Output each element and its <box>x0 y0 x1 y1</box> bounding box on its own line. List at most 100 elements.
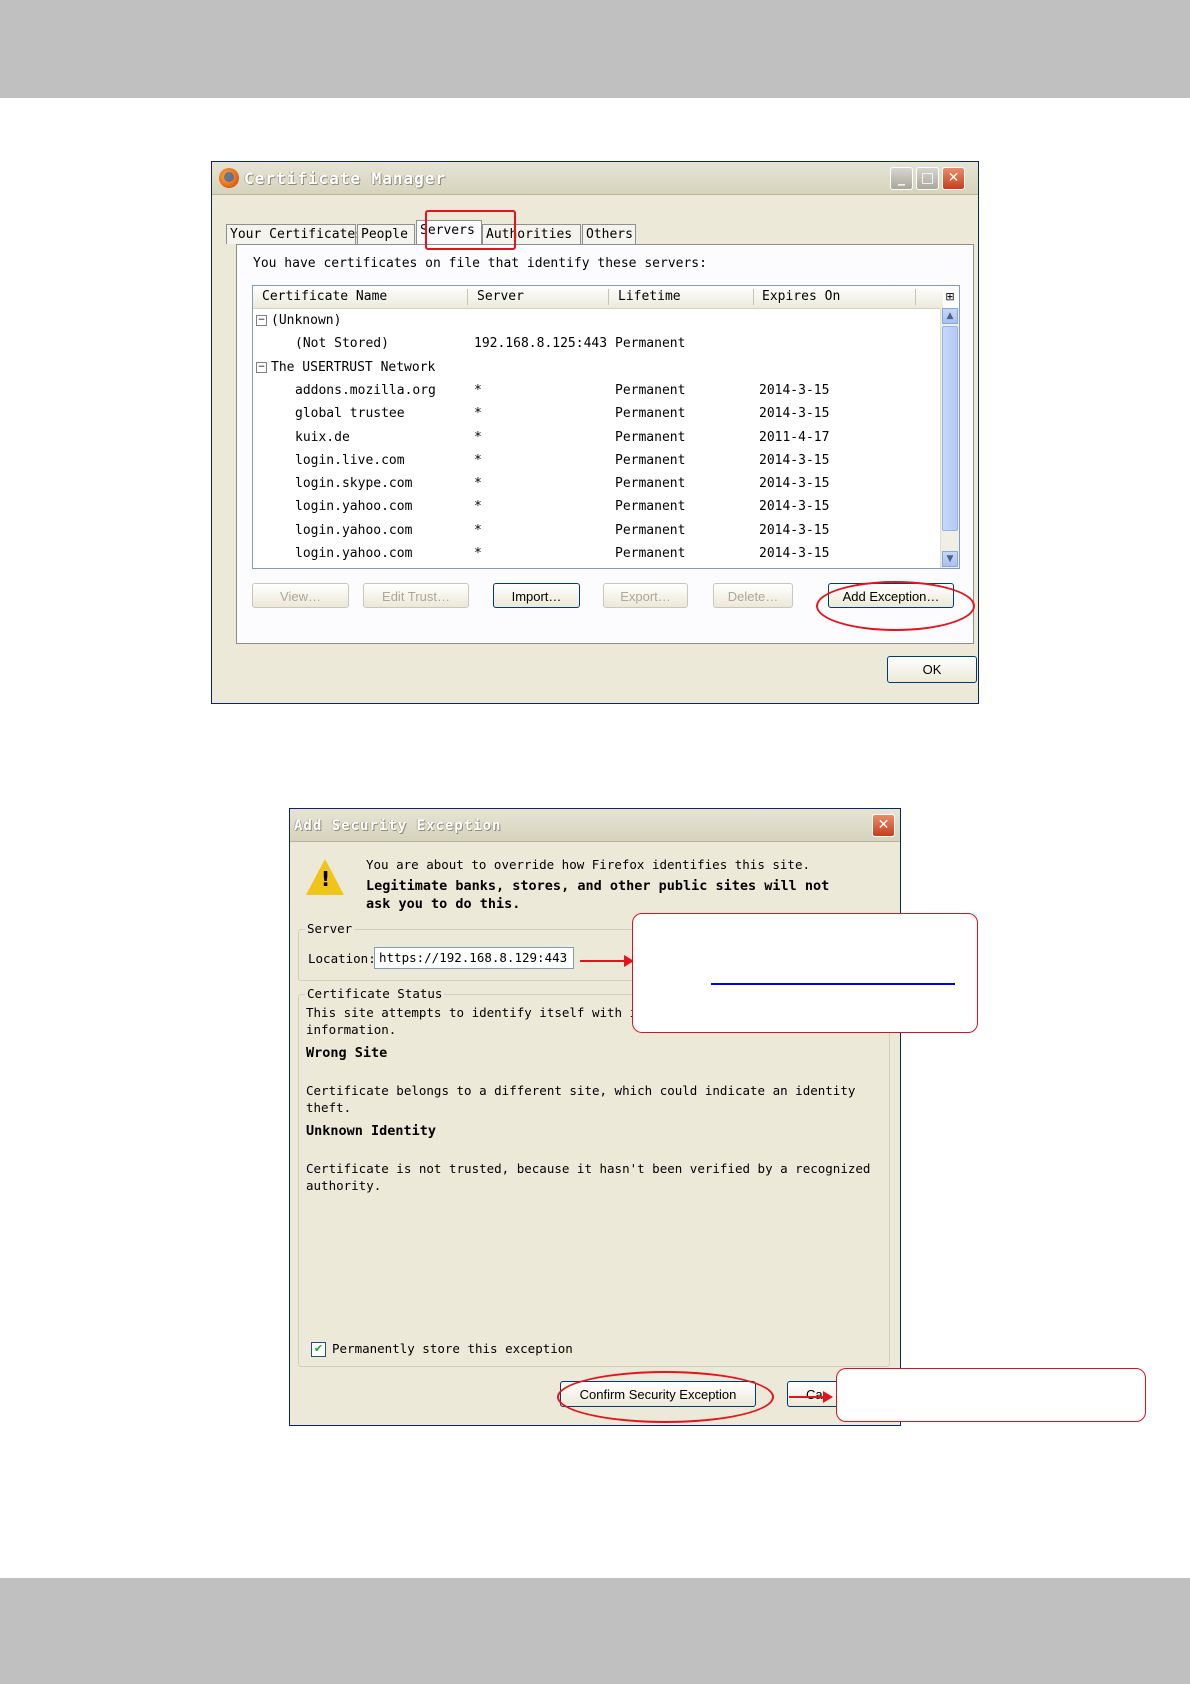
cell-server: * <box>474 522 482 538</box>
cell-certificate-name: login.live.com <box>295 452 405 468</box>
cell-server: * <box>474 382 482 398</box>
window-title: Certificate Manager <box>244 169 447 188</box>
edit-trust-button[interactable]: Edit Trust… <box>363 583 469 608</box>
firefox-icon <box>219 168 239 188</box>
status-text-line-1: This site attempts to identify itself wi… <box>306 1005 638 1020</box>
cell-expires: 2014-3-15 <box>759 522 830 538</box>
delete-button[interactable]: Delete… <box>713 583 793 608</box>
minimize-icon[interactable]: _ <box>890 167 913 190</box>
table-row[interactable]: login.yahoo.com * Permanent 2014-3-15 <box>253 519 941 542</box>
table-row[interactable]: login.yahoo.com * Permanent 2014-3-15 <box>253 542 941 565</box>
cell-certificate-name: login.skype.com <box>295 476 413 492</box>
table-row[interactable]: login.yahoo.com * Permanent 2014-3-15 <box>253 495 941 518</box>
column-lifetime[interactable]: Lifetime <box>618 289 681 304</box>
cell-lifetime: Permanent <box>615 429 686 445</box>
tree-scrollbar[interactable]: ▲ ▼ <box>940 308 959 568</box>
permanent-store-checkbox[interactable]: ✔ <box>311 1342 326 1357</box>
wrong-site-text-2: theft. <box>306 1100 352 1115</box>
export-button[interactable]: Export… <box>603 583 688 608</box>
cell-server: * <box>474 546 482 561</box>
cell-expires: 2014-3-15 <box>759 476 830 492</box>
cell-certificate-name: kuix.de <box>295 429 350 445</box>
cell-certificate-name: login.yahoo.com <box>295 499 413 515</box>
column-expires-on[interactable]: Expires On <box>762 289 840 304</box>
title-bar: Certificate Manager _ □ ✕ <box>212 162 978 195</box>
cell-expires: 2014-3-15 <box>759 406 830 422</box>
intro-text: You have certificates on file that ident… <box>253 256 707 271</box>
warning-bold-line-1: Legitimate banks, stores, and other publ… <box>366 878 830 894</box>
column-server[interactable]: Server <box>477 289 524 304</box>
certificate-status-label: Certificate Status <box>305 986 445 1001</box>
minus-icon[interactable]: − <box>256 315 267 326</box>
callout-link-underline <box>711 983 955 985</box>
servers-tab-highlight <box>425 210 516 250</box>
cell-certificate-name: login.yahoo.com <box>295 546 413 561</box>
cell-certificate-name: − The USERTRUST Network <box>256 359 436 375</box>
confirm-callout <box>836 1368 1146 1422</box>
cell-expires: 2014-3-15 <box>759 452 830 468</box>
tree-header: Certificate Name Server Lifetime Expires… <box>253 286 943 309</box>
cell-server: * <box>474 429 482 445</box>
close-icon[interactable]: ✕ <box>872 814 895 837</box>
scrollbar-thumb[interactable] <box>942 326 958 531</box>
scroll-down-icon[interactable]: ▼ <box>942 551 958 567</box>
wrong-site-text-1: Certificate belongs to a different site,… <box>306 1083 856 1098</box>
scroll-up-icon[interactable]: ▲ <box>942 308 958 324</box>
cell-lifetime: Permanent <box>615 476 686 492</box>
cell-server: * <box>474 452 482 468</box>
cell-certificate-name: addons.mozilla.org <box>295 382 436 398</box>
cell-expires: 2014-3-15 <box>759 546 830 561</box>
tree-group-row[interactable]: − The USERTRUST Network <box>253 356 941 379</box>
dialog-title: Add Security Exception <box>294 818 502 834</box>
status-text-line-2: information. <box>306 1022 397 1037</box>
table-row[interactable]: addons.mozilla.org * Permanent 2014-3-15 <box>253 379 941 402</box>
cell-server: 192.168.8.125:443 <box>474 336 608 352</box>
minus-icon[interactable]: − <box>256 361 267 373</box>
tree-group-row[interactable]: − (Unknown) <box>253 309 941 332</box>
unknown-identity-heading: Unknown Identity <box>306 1123 437 1139</box>
column-picker-icon[interactable]: ⊞ <box>943 290 957 304</box>
warning-bold-line-2: ask you to do this. <box>366 896 521 912</box>
server-group-label: Server <box>305 921 355 936</box>
table-row[interactable]: kuix.de * Permanent 2011-4-17 <box>253 426 941 449</box>
location-arrow <box>580 955 634 967</box>
cell-expires: 2011-4-17 <box>759 429 830 445</box>
location-label: Location: <box>308 951 376 966</box>
confirm-button-highlight <box>557 1371 774 1423</box>
confirm-arrow <box>789 1391 833 1403</box>
location-callout <box>632 913 978 1033</box>
tab-your-certificates[interactable]: Your Certificates <box>226 224 363 244</box>
warning-icon: ! <box>306 859 344 895</box>
cell-lifetime: Permanent <box>615 336 686 352</box>
page-header-band <box>0 0 1190 98</box>
table-row[interactable]: login.skype.com * Permanent 2014-3-15 <box>253 472 941 495</box>
cell-lifetime: Permanent <box>615 522 686 538</box>
cell-certificate-name: login.yahoo.com <box>295 522 413 538</box>
import-button[interactable]: Import… <box>493 583 580 608</box>
tab-others[interactable]: Others <box>582 224 636 244</box>
cell-certificate-name: (Not Stored) <box>295 336 389 352</box>
table-row[interactable]: (Not Stored) 192.168.8.125:443 Permanent <box>253 332 941 355</box>
cell-expires: 2014-3-15 <box>759 499 830 515</box>
cell-certificate-name: global trustee <box>295 406 405 422</box>
view-button[interactable]: View… <box>252 583 349 608</box>
title-bar: Add Security Exception ✕ <box>290 809 900 842</box>
cell-lifetime: Permanent <box>615 452 686 468</box>
close-icon[interactable]: ✕ <box>942 167 965 190</box>
warning-text: You are about to override how Firefox id… <box>366 857 811 872</box>
table-row[interactable]: login.live.com * Permanent 2014-3-15 <box>253 449 941 472</box>
ok-button[interactable]: OK <box>887 656 977 683</box>
column-certificate-name[interactable]: Certificate Name <box>262 289 387 304</box>
page-footer-band <box>0 1578 1190 1684</box>
tab-people[interactable]: People <box>357 224 415 244</box>
add-exception-highlight <box>816 581 975 631</box>
location-input[interactable]: https://192.168.8.129:443 <box>374 947 574 969</box>
unknown-identity-text-2: authority. <box>306 1178 382 1193</box>
table-row[interactable]: global trustee * Permanent 2014-3-15 <box>253 402 941 425</box>
certificate-tree[interactable]: Certificate Name Server Lifetime Expires… <box>252 285 960 569</box>
cell-certificate-name: − (Unknown) <box>256 313 342 328</box>
cell-lifetime: Permanent <box>615 499 686 515</box>
permanent-store-label: Permanently store this exception <box>332 1341 573 1356</box>
cell-lifetime: Permanent <box>615 406 686 422</box>
maximize-icon[interactable]: □ <box>916 167 939 190</box>
